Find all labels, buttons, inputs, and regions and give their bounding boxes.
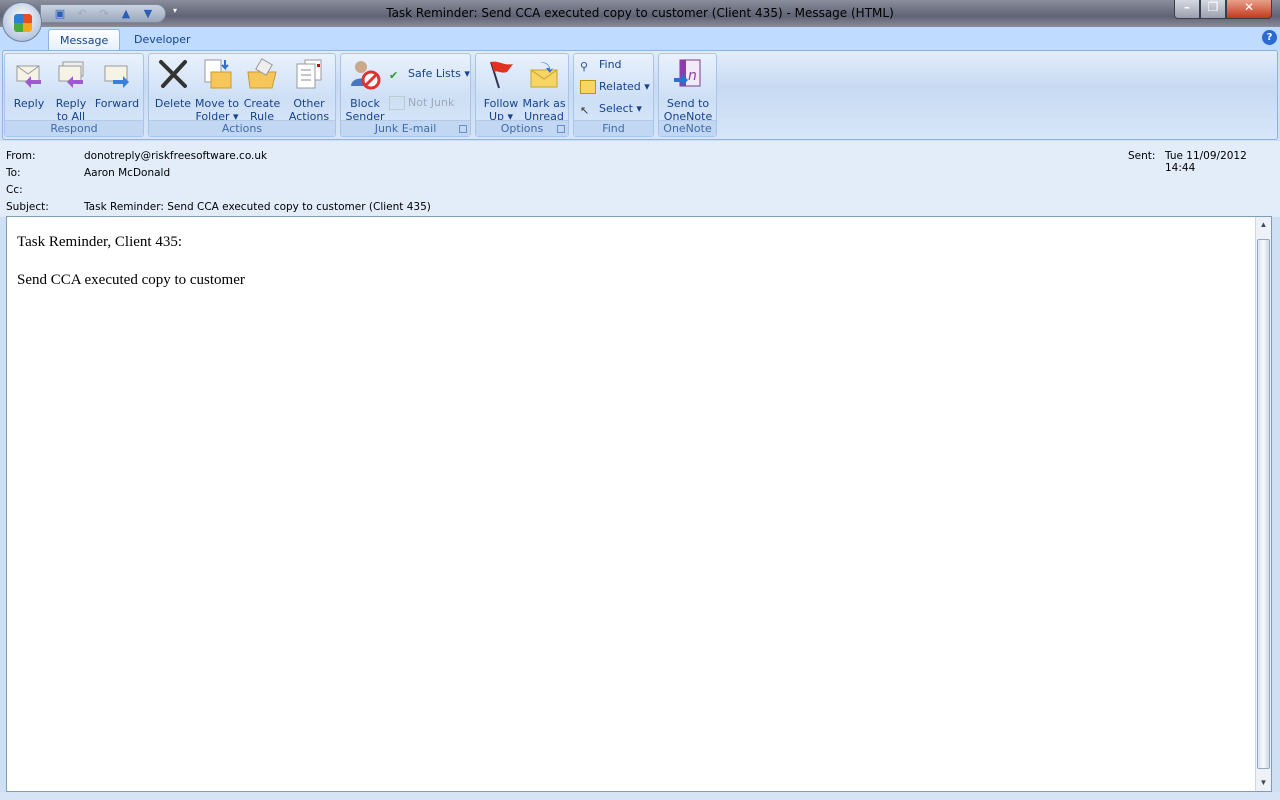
block-sender-button[interactable]: Block Sender: [343, 58, 387, 123]
close-button[interactable]: ✕: [1226, 0, 1272, 19]
related-button[interactable]: Related ▾: [580, 78, 650, 96]
to-value[interactable]: Aaron McDonald: [84, 167, 170, 179]
group-onenote: n Send to OneNote OneNote: [658, 53, 717, 137]
group-options: Follow Up ▾ Mark as Unread Options: [475, 53, 569, 137]
group-label: Respond: [5, 120, 143, 136]
scrollbar-thumb[interactable]: [1257, 239, 1270, 769]
dialog-launcher-icon[interactable]: [557, 125, 565, 133]
sent-value: Tue 11/09/2012 14:44: [1165, 150, 1247, 174]
move-to-folder-icon: [204, 59, 232, 89]
select-button[interactable]: ↖ Select ▾: [580, 100, 642, 118]
mark-unread-icon: [530, 62, 558, 88]
subject-value: Task Reminder: Send CCA executed copy to…: [84, 201, 431, 213]
customize-qat-icon[interactable]: ▾: [173, 6, 177, 15]
group-label: Junk E-mail: [341, 120, 470, 136]
send-to-onenote-button[interactable]: n Send to OneNote: [661, 58, 715, 123]
delete-icon: [159, 60, 187, 88]
cursor-icon: ↖: [580, 104, 590, 117]
related-icon: [580, 80, 596, 94]
reply-icon: [16, 65, 41, 88]
cc-label: Cc:: [6, 184, 23, 196]
group-actions: Delete Move to Folder ▾ Create Rule Other A…: [148, 53, 336, 137]
safe-lists-icon: ✔: [389, 69, 399, 82]
group-respond: Reply Reply to All Forward Respond: [4, 53, 144, 137]
svg-text:n: n: [688, 68, 697, 84]
quick-access-toolbar: ▣ ↶ ↷ ▲ ▼: [40, 4, 166, 23]
not-junk-icon: [389, 96, 405, 110]
message-header: From: donotreply@riskfreesoftware.co.uk …: [0, 141, 1280, 217]
from-value[interactable]: donotreply@riskfreesoftware.co.uk: [84, 150, 267, 162]
move-to-folder-button[interactable]: Move to Folder ▾: [193, 58, 241, 123]
from-label: From:: [6, 150, 36, 162]
group-label: Actions: [149, 120, 335, 136]
binoculars-icon: ⚲: [580, 60, 589, 73]
forward-icon: [104, 65, 129, 88]
undo-icon[interactable]: ↶: [75, 7, 89, 21]
redo-icon[interactable]: ↷: [97, 7, 111, 21]
previous-item-icon[interactable]: ▲: [119, 7, 133, 21]
window-title: Task Reminder: Send CCA executed copy to…: [386, 6, 894, 20]
dialog-launcher-icon[interactable]: [459, 125, 467, 133]
office-logo-icon: [14, 14, 32, 32]
group-label: Options: [476, 120, 568, 136]
follow-up-button[interactable]: Follow Up ▾: [478, 58, 524, 123]
safe-lists-button[interactable]: ✔ Safe Lists ▾: [389, 65, 470, 83]
status-bar: [0, 792, 1280, 800]
reply-all-button[interactable]: Reply to All: [51, 58, 91, 123]
reply-all-icon: [58, 61, 84, 88]
mark-as-unread-button[interactable]: Mark as Unread: [522, 58, 566, 123]
body-line-2: Send CCA executed copy to customer: [17, 272, 245, 288]
vertical-scrollbar[interactable]: ▲ ▼: [1255, 217, 1271, 791]
flag-icon: [490, 61, 513, 89]
sent-label: Sent:: [1128, 150, 1156, 162]
tab-message[interactable]: Message: [48, 29, 121, 51]
group-label: Find: [574, 120, 653, 136]
message-body[interactable]: Task Reminder, Client 435: Send CCA exec…: [6, 216, 1272, 792]
save-icon[interactable]: ▣: [53, 7, 67, 21]
next-item-icon[interactable]: ▼: [141, 7, 155, 21]
subject-label: Subject:: [6, 201, 49, 213]
create-rule-icon: [247, 58, 277, 89]
title-bar: Task Reminder: Send CCA executed copy to…: [0, 0, 1280, 27]
restore-button[interactable]: ❐: [1200, 0, 1226, 19]
create-rule-button[interactable]: Create Rule: [241, 58, 283, 123]
onenote-icon: n: [674, 59, 701, 87]
group-junk-email: Block Sender ✔ Safe Lists ▾ Not Junk Junk …: [340, 53, 471, 137]
group-find: ⚲ Find Related ▾ ↖ Select ▾ Find: [573, 53, 654, 137]
help-icon[interactable]: ?: [1262, 30, 1277, 45]
minimize-button[interactable]: –: [1174, 0, 1200, 19]
body-line-1: Task Reminder, Client 435:: [17, 234, 182, 250]
block-sender-icon: [351, 61, 381, 90]
not-junk-button[interactable]: Not Junk: [389, 94, 454, 112]
forward-button[interactable]: Forward: [93, 58, 141, 110]
delete-button[interactable]: Delete: [153, 58, 193, 110]
reply-button[interactable]: Reply: [9, 58, 49, 110]
scroll-up-icon[interactable]: ▲: [1256, 217, 1271, 233]
find-button[interactable]: ⚲ Find: [580, 56, 622, 74]
office-button[interactable]: [2, 2, 42, 42]
to-label: To:: [6, 167, 21, 179]
group-label: OneNote: [659, 120, 716, 136]
scroll-down-icon[interactable]: ▼: [1256, 775, 1271, 791]
other-actions-icon: [296, 59, 322, 89]
tab-developer[interactable]: Developer: [123, 29, 202, 51]
